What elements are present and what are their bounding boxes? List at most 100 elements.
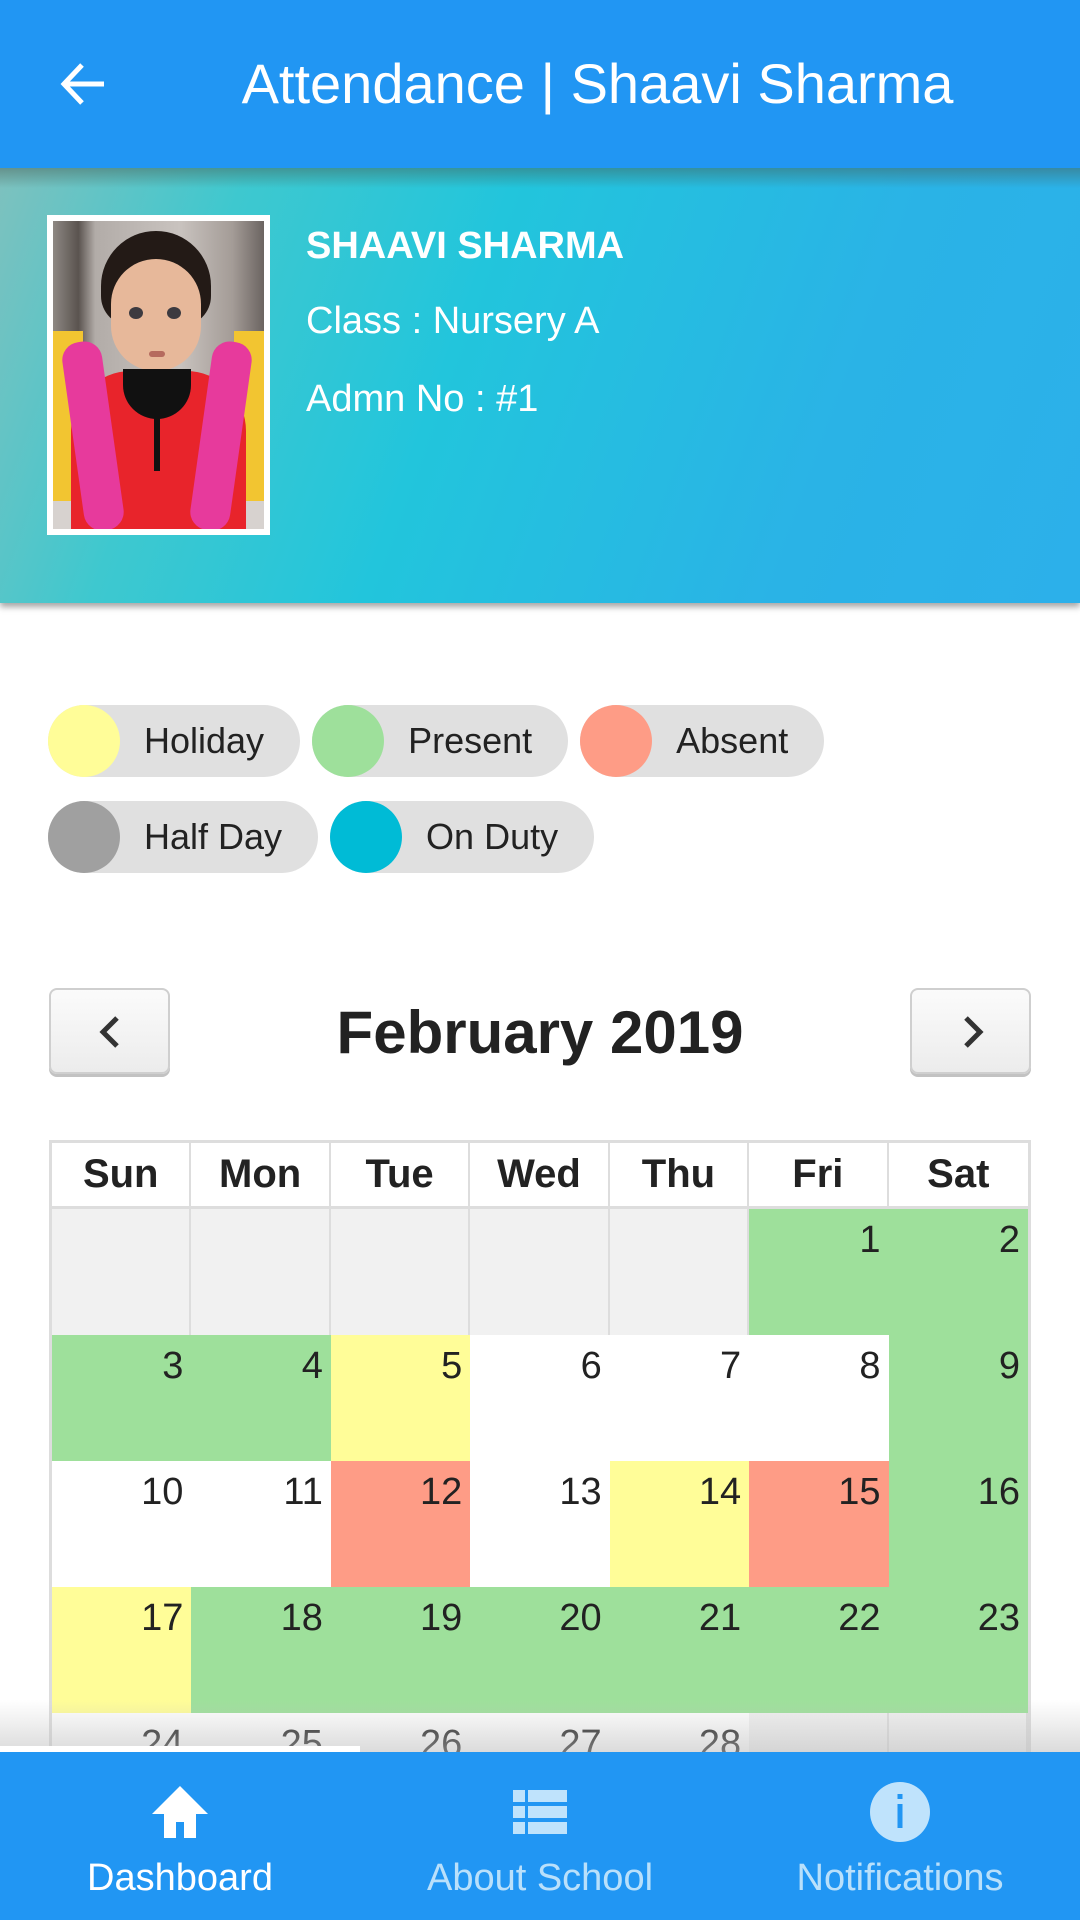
day-number: 15	[838, 1471, 881, 1513]
calendar-empty-cell	[470, 1209, 610, 1335]
tab-dashboard[interactable]: Dashboard	[0, 1752, 360, 1920]
legend-label: Present	[408, 720, 533, 761]
day-number: 22	[838, 1597, 881, 1639]
page-title: Attendance | Shaavi Sharma	[241, 52, 954, 115]
calendar-empty-cell	[330, 1209, 471, 1335]
day-number: 11	[283, 1471, 323, 1513]
legend-holiday: Holiday	[48, 705, 301, 777]
student-photo-frame	[47, 215, 270, 535]
legend-label: On Duty	[426, 816, 559, 857]
app-bar: Attendance | Shaavi Sharma	[0, 0, 1080, 168]
legend-present: Present	[312, 705, 569, 777]
weekday-mon: Mon	[191, 1143, 331, 1206]
weekday-sat: Sat	[927, 1152, 990, 1196]
half-day-color-dot	[48, 801, 120, 873]
attendance-calendar: Sun Mon Tue Wed Thu Fri Sat 1 2 3 4 5 6 7 8 9 10 1…	[49, 1140, 1031, 1839]
calendar-day-cell[interactable]: 9	[888, 1335, 1028, 1461]
calendar-day-cell[interactable]: 16	[888, 1461, 1028, 1587]
day-number: 4	[301, 1345, 323, 1387]
calendar-days-grid: 1 2 3 4 5 6 7 8 9 10 11 12 13 14 15 16 17 18 19 20 21 22 23 24 2…	[52, 1209, 1028, 1839]
calendar-day-cell[interactable]: 17	[52, 1587, 192, 1713]
tab-label: Dashboard	[87, 1857, 273, 1899]
next-month-button[interactable]	[910, 988, 1031, 1074]
student-admission-number: Admn No : #1	[306, 378, 539, 420]
tab-label: About School	[426, 1857, 654, 1899]
calendar-day-cell[interactable]: 21	[609, 1587, 750, 1713]
day-number: 23	[977, 1597, 1020, 1639]
attendance-legend: Holiday Present Absent Half Day On Duty	[48, 705, 1048, 897]
list-icon	[513, 1790, 567, 1834]
calendar-day-cell[interactable]: 23	[888, 1587, 1028, 1713]
legend-label: Holiday	[144, 720, 265, 761]
month-title: February 2019	[336, 999, 744, 1066]
calendar-day-cell[interactable]: 2	[888, 1209, 1028, 1335]
present-color-dot	[312, 705, 385, 777]
weekday-tue: Tue	[331, 1143, 471, 1206]
calendar-day-cell[interactable]: 5	[330, 1335, 471, 1461]
weekday-wed: Wed	[470, 1143, 610, 1206]
legend-label: Absent	[676, 720, 789, 761]
calendar-day-cell[interactable]: 22	[749, 1587, 889, 1713]
day-number: 5	[441, 1345, 463, 1387]
tab-label: Notifications	[796, 1857, 1004, 1899]
calendar-day-cell[interactable]: 6	[470, 1335, 610, 1461]
day-number: 2	[998, 1219, 1020, 1261]
weekday-thu: Thu	[610, 1143, 750, 1206]
day-number: 1	[859, 1219, 881, 1261]
calendar-day-cell[interactable]: 10	[52, 1461, 192, 1587]
chevron-right-icon	[964, 1016, 984, 1048]
calendar-day-cell[interactable]: 3	[52, 1335, 192, 1461]
home-icon	[152, 1786, 208, 1838]
day-number: 14	[698, 1471, 742, 1513]
weekday-fri: Fri	[749, 1143, 889, 1206]
info-icon	[870, 1782, 930, 1842]
legend-absent: Absent	[580, 705, 825, 777]
bottom-navigation: Dashboard About School Notifications	[0, 1746, 1080, 1920]
calendar-day-cell[interactable]: 20	[470, 1587, 610, 1713]
day-number: 20	[559, 1597, 602, 1639]
day-number: 6	[580, 1345, 602, 1387]
day-number: 12	[420, 1471, 463, 1513]
day-number: 19	[420, 1597, 463, 1639]
holiday-color-dot	[48, 705, 120, 777]
calendar-day-cell[interactable]: 19	[330, 1587, 471, 1713]
day-number: 13	[559, 1471, 602, 1513]
profile-banner: SHAAVI SHARMA Class : Nursery A Admn No …	[0, 168, 1080, 603]
day-number: 7	[720, 1345, 742, 1387]
student-name: SHAAVI SHARMA	[306, 225, 625, 267]
day-number: 8	[859, 1345, 881, 1387]
day-number: 21	[698, 1597, 742, 1639]
calendar-day-cell[interactable]: 13	[470, 1461, 610, 1587]
month-navigation: February 2019	[49, 988, 1031, 1074]
student-class: Class : Nursery A	[306, 300, 600, 342]
absent-color-dot	[580, 705, 653, 777]
calendar-day-cell[interactable]: 18	[191, 1587, 331, 1713]
day-number: 18	[280, 1597, 323, 1639]
calendar-day-cell[interactable]: 14	[609, 1461, 750, 1587]
legend-on-duty: On Duty	[330, 801, 595, 873]
weekday-sun: Sun	[52, 1143, 192, 1206]
day-number: 9	[998, 1345, 1020, 1387]
student-info: SHAAVI SHARMA Class : Nursery A Admn No …	[306, 223, 624, 422]
calendar-empty-cell	[52, 1209, 192, 1335]
student-photo	[53, 221, 264, 529]
calendar-empty-cell	[609, 1209, 750, 1335]
calendar-day-cell[interactable]: 15	[749, 1461, 889, 1587]
on-duty-color-dot	[330, 801, 403, 873]
calendar-empty-cell	[191, 1209, 331, 1335]
calendar-day-cell[interactable]: 4	[191, 1335, 331, 1461]
legend-label: Half Day	[144, 816, 283, 857]
weekday-header: Sun Mon Tue Wed Thu Fri Sat	[52, 1143, 1028, 1209]
calendar-day-cell[interactable]: 8	[749, 1335, 889, 1461]
legend-half-day: Half Day	[48, 801, 319, 873]
day-number: 16	[977, 1471, 1020, 1513]
tab-about-school[interactable]: About School	[360, 1752, 720, 1920]
calendar-day-cell[interactable]: 12	[330, 1461, 471, 1587]
day-number: 3	[162, 1345, 184, 1387]
tab-notifications[interactable]: Notifications	[720, 1752, 1080, 1920]
day-number: 10	[141, 1471, 184, 1513]
calendar-day-cell[interactable]: 11	[191, 1461, 331, 1587]
calendar-day-cell[interactable]: 7	[609, 1335, 750, 1461]
calendar-day-cell[interactable]: 1	[749, 1209, 889, 1335]
day-number: 17	[141, 1597, 184, 1639]
